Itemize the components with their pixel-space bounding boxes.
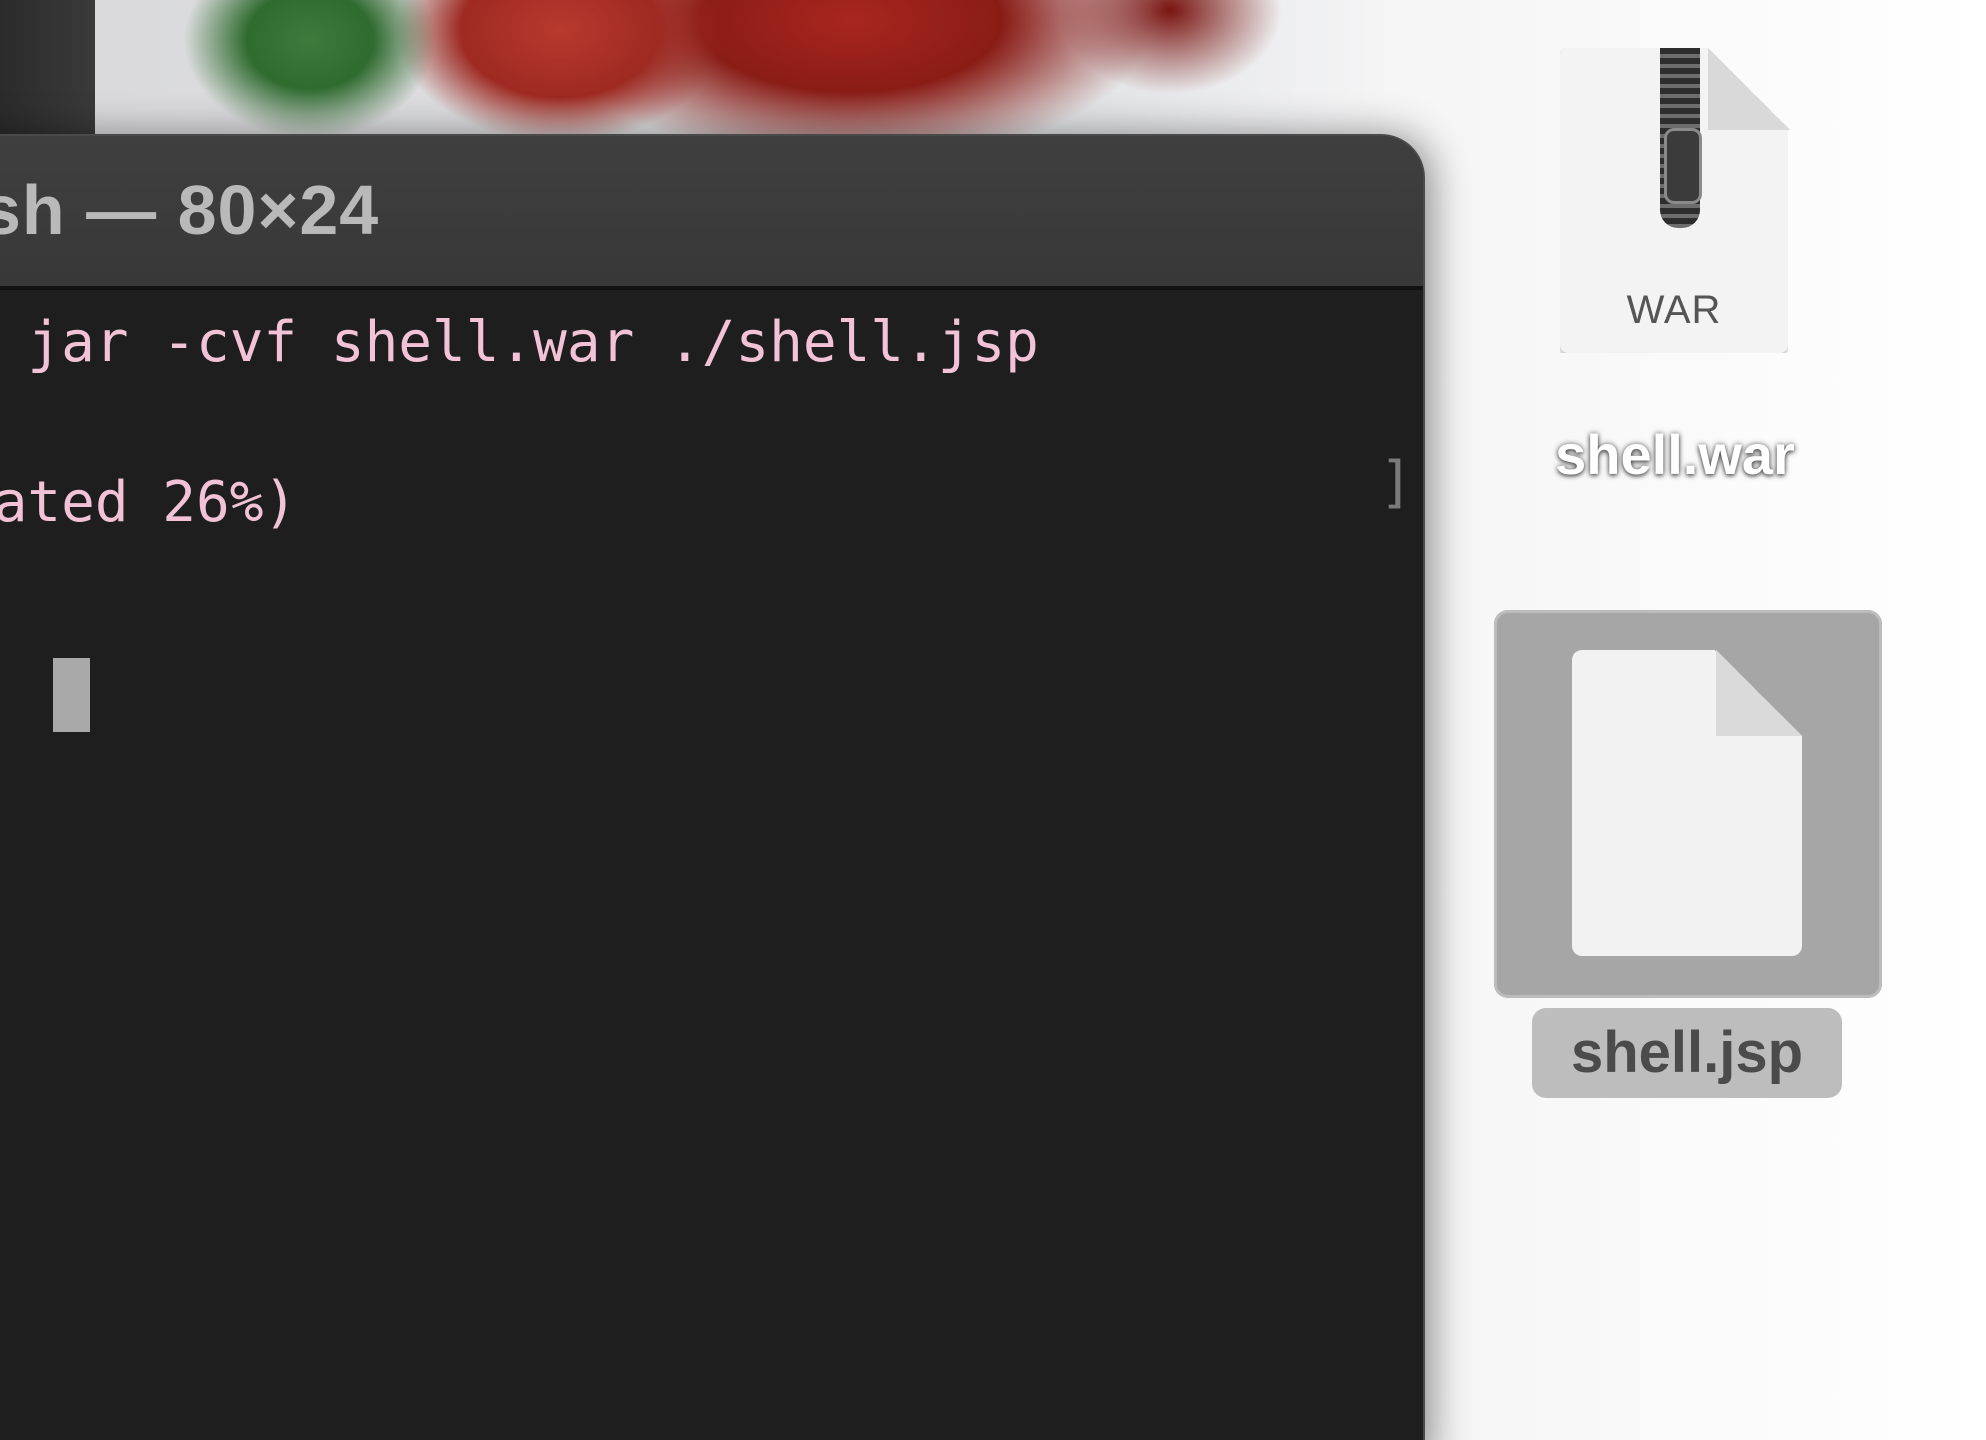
zipper-pull-icon <box>1664 128 1702 204</box>
terminal-output[interactable]: % jar -cvf shell.war ./shell.jsp lated 2… <box>0 290 1423 1440</box>
desktop-icon-label-shell-war[interactable]: shell.war <box>1530 422 1820 487</box>
terminal-cursor <box>53 658 90 732</box>
scroll-marker: ] <box>1379 450 1413 515</box>
page-fold-icon <box>1716 650 1802 736</box>
file-type-badge: WAR <box>1626 288 1722 332</box>
background-window-edge <box>0 0 95 150</box>
terminal-line-prompt: % <box>0 570 27 635</box>
page-fold-icon <box>1708 48 1790 130</box>
desktop-icon-shell-war[interactable]: WAR <box>1560 48 1790 358</box>
wallpaper-image <box>90 0 1290 150</box>
terminal-window[interactable]: sh — 80×24 % jar -cvf shell.war ./shell.… <box>0 136 1423 1440</box>
terminal-titlebar[interactable]: sh — 80×24 <box>0 136 1423 290</box>
terminal-line-output: lated 26%) <box>0 470 298 535</box>
terminal-line-command: % jar -cvf shell.war ./shell.jsp <box>0 310 1039 375</box>
desktop-icon-label-shell-jsp[interactable]: shell.jsp <box>1532 1008 1842 1098</box>
terminal-title: sh — 80×24 <box>0 171 380 249</box>
